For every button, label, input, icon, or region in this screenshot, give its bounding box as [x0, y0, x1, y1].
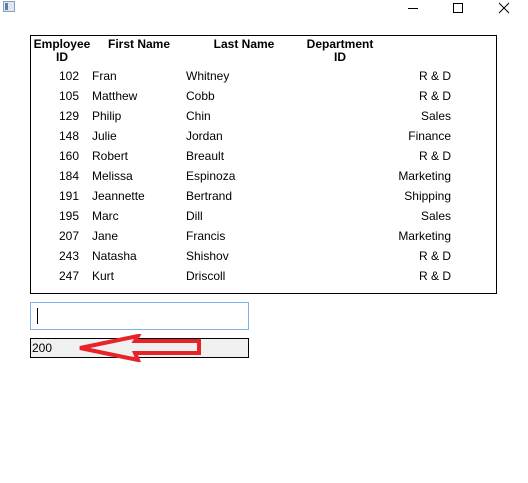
cell-last-name: Shishov — [186, 249, 229, 263]
cell-last-name: Chin — [186, 109, 211, 123]
table-row[interactable]: 184 Melissa Espinoza Marketing — [31, 166, 496, 186]
cell-last-name: Breault — [186, 149, 225, 163]
cell-last-name: Francis — [186, 229, 226, 243]
minimize-icon — [408, 8, 418, 9]
header-first-name[interactable]: First Name — [101, 38, 177, 51]
result-value: 200 — [32, 341, 53, 355]
cell-department-id: Sales — [420, 209, 451, 223]
table-row[interactable]: 160 Robert Breault R & D — [31, 146, 496, 166]
cell-first-name: Melissa — [92, 169, 133, 183]
cell-first-name: Robert — [92, 149, 129, 163]
text-caret — [37, 308, 38, 324]
cell-employee-id: 102 — [58, 69, 79, 83]
cell-department-id: R & D — [418, 89, 451, 103]
table-row[interactable]: 105 Matthew Cobb R & D — [31, 86, 496, 106]
cell-first-name: Julie — [92, 129, 117, 143]
minimize-button[interactable] — [398, 0, 428, 16]
cell-last-name: Espinoza — [186, 169, 236, 183]
employee-table: Employee ID First Name Last Name Departm… — [30, 35, 497, 294]
table-row[interactable]: 195 Marc Dill Sales — [31, 206, 496, 226]
close-icon — [498, 2, 510, 14]
cell-employee-id: 160 — [58, 149, 79, 163]
cell-last-name: Bertrand — [186, 189, 233, 203]
cell-employee-id: 105 — [58, 89, 79, 103]
cell-department-id: Shipping — [404, 189, 451, 203]
cell-department-id: R & D — [418, 69, 451, 83]
cell-last-name: Whitney — [186, 69, 230, 83]
cell-last-name: Jordan — [186, 129, 223, 143]
header-department-id[interactable]: Department ID — [299, 38, 381, 64]
annotation-arrow-icon — [79, 334, 201, 362]
cell-department-id: Sales — [420, 109, 451, 123]
cell-department-id: R & D — [418, 249, 451, 263]
cell-employee-id: 195 — [58, 209, 79, 223]
text-input[interactable] — [30, 302, 249, 330]
table-row[interactable]: 207 Jane Francis Marketing — [31, 226, 496, 246]
cell-employee-id: 207 — [58, 229, 79, 243]
cell-first-name: Matthew — [92, 89, 138, 103]
cell-employee-id: 148 — [58, 129, 79, 143]
app-icon — [3, 1, 15, 12]
table-row[interactable]: 191 Jeannette Bertrand Shipping — [31, 186, 496, 206]
cell-department-id: Marketing — [398, 169, 451, 183]
cell-first-name: Fran — [92, 69, 117, 83]
table-row[interactable]: 129 Philip Chin Sales — [31, 106, 496, 126]
header-last-name[interactable]: Last Name — [207, 38, 281, 51]
cell-department-id: R & D — [418, 269, 451, 283]
close-button[interactable] — [489, 0, 519, 16]
cell-employee-id: 247 — [58, 269, 79, 283]
table-row[interactable]: 247 Kurt Driscoll R & D — [31, 266, 496, 286]
title-bar — [0, 0, 528, 16]
table-row[interactable]: 148 Julie Jordan Finance — [31, 126, 496, 146]
cell-department-id: Finance — [408, 129, 451, 143]
cell-first-name: Marc — [92, 209, 119, 223]
table-row[interactable]: 102 Fran Whitney R & D — [31, 66, 496, 86]
cell-employee-id: 129 — [58, 109, 79, 123]
cell-department-id: R & D — [418, 149, 451, 163]
cell-employee-id: 191 — [58, 189, 79, 203]
cell-first-name: Jeannette — [92, 189, 145, 203]
cell-employee-id: 184 — [58, 169, 79, 183]
header-employee-id[interactable]: Employee ID — [31, 38, 93, 64]
cell-last-name: Dill — [186, 209, 203, 223]
table-body: 102 Fran Whitney R & D 105 Matthew Cobb R & D 12… — [31, 66, 496, 286]
maximize-button[interactable] — [443, 0, 473, 16]
cell-first-name: Jane — [92, 229, 119, 243]
cell-first-name: Natasha — [92, 249, 137, 263]
table-row[interactable]: 243 Natasha Shishov R & D — [31, 246, 496, 266]
cell-last-name: Driscoll — [186, 269, 226, 283]
cell-employee-id: 243 — [58, 249, 79, 263]
cell-department-id: Marketing — [398, 229, 451, 243]
cell-first-name: Philip — [92, 109, 122, 123]
maximize-icon — [453, 3, 463, 13]
cell-last-name: Cobb — [186, 89, 215, 103]
cell-first-name: Kurt — [92, 269, 115, 283]
